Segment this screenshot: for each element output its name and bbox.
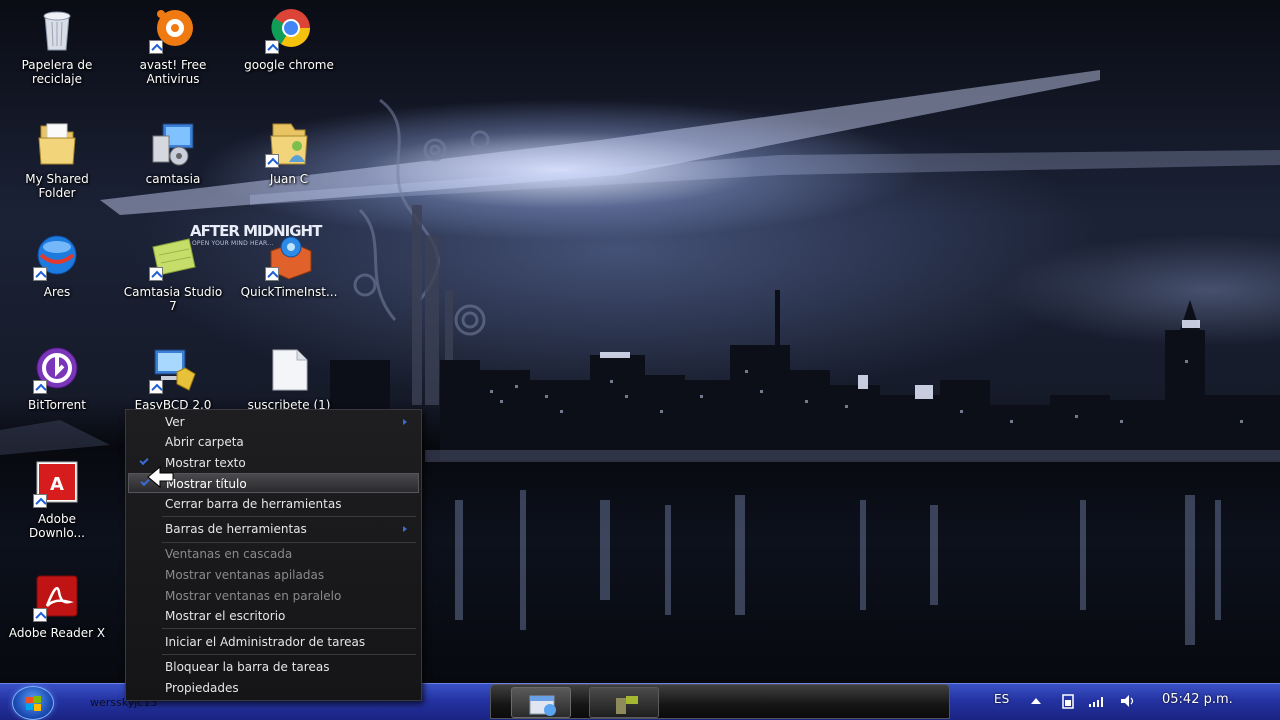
menu-item-label: Barras de herramientas xyxy=(165,522,307,536)
shortcut-arrow-icon xyxy=(265,40,279,54)
submenu-arrow-icon xyxy=(403,419,407,425)
shortcut-arrow-icon xyxy=(149,267,163,281)
clock[interactable]: 05:42 p.m. xyxy=(1162,692,1233,707)
menu-item-label: Iniciar el Administrador de tareas xyxy=(165,635,366,649)
desktop-icon-adobe-download[interactable]: A Adobe Downlo... xyxy=(0,460,114,540)
menu-item-label: Abrir carpeta xyxy=(165,435,244,449)
shortcut-arrow-icon xyxy=(33,380,47,394)
desktop-icon-adobe-reader[interactable]: Adobe Reader X xyxy=(0,574,114,640)
icon-label: camtasia xyxy=(145,172,201,186)
desktop-icon-juan-c[interactable]: Juan C xyxy=(232,120,346,186)
icon-label: BitTorrent xyxy=(28,398,86,412)
desktop-icon-quicktime[interactable]: QuickTimeInst... xyxy=(232,233,346,299)
taskbar-button-explorer[interactable] xyxy=(511,687,571,718)
icon-label: Adobe Downlo... xyxy=(29,512,85,540)
icon-label: Camtasia Studio 7 xyxy=(123,285,223,313)
language-indicator[interactable]: ES xyxy=(994,692,1009,706)
desktop-icon-my-shared-folder[interactable]: My Shared Folder xyxy=(0,120,114,200)
desktop-icon-recycle-bin[interactable]: Papelera de reciclaje xyxy=(0,6,114,86)
desktop-icon-avast[interactable]: avast! Free Antivirus xyxy=(116,6,230,86)
document-icon xyxy=(265,346,313,394)
shortcut-arrow-icon xyxy=(33,494,47,508)
adobe-reader-icon xyxy=(33,574,81,622)
icon-label: My Shared Folder xyxy=(25,172,89,200)
bittorrent-icon xyxy=(33,346,81,394)
taskbar-button-camtasia[interactable] xyxy=(589,687,659,718)
desktop-icon-camtasia-studio[interactable]: Camtasia Studio 7 xyxy=(116,233,230,313)
desktop-icon-ares[interactable]: Ares xyxy=(0,233,114,299)
submenu-arrow-icon xyxy=(403,526,407,532)
menu-separator xyxy=(162,516,416,517)
menu-item-label: Bloquear la barra de tareas xyxy=(165,660,330,674)
menu-item-label: Mostrar ventanas apiladas xyxy=(165,568,325,582)
menu-item-label: Ver xyxy=(165,415,185,429)
menu-item-label: Mostrar título xyxy=(166,477,247,491)
desktop-icon-bittorrent[interactable]: BitTorrent xyxy=(0,346,114,412)
menu-item-cerrar-barra[interactable]: Cerrar barra de herramientas xyxy=(128,494,419,514)
menu-item-ventanas-paralelo[interactable]: Mostrar ventanas en paralelo xyxy=(128,586,419,606)
menu-separator xyxy=(162,654,416,655)
ares-icon xyxy=(33,233,81,281)
recycle-bin-icon xyxy=(33,6,81,54)
battery-icon[interactable] xyxy=(1062,693,1074,709)
shortcut-arrow-icon xyxy=(33,267,47,281)
desktop-icon-google-chrome[interactable]: google chrome xyxy=(232,6,346,72)
desktop-icon-easybcd[interactable]: EasyBCD 2.0 xyxy=(116,346,230,412)
menu-item-ventanas-apiladas[interactable]: Mostrar ventanas apiladas xyxy=(128,565,419,585)
menu-item-label: Cerrar barra de herramientas xyxy=(165,497,342,511)
shortcut-arrow-icon xyxy=(265,267,279,281)
desktop-icon-suscribete[interactable]: suscribete (1) xyxy=(232,346,346,412)
menu-item-abrir-carpeta[interactable]: Abrir carpeta xyxy=(128,432,419,452)
icon-label: Juan C xyxy=(269,172,309,186)
explorer-icon xyxy=(529,695,556,716)
mouse-cursor-icon xyxy=(147,466,174,488)
easybcd-icon xyxy=(149,346,197,394)
network-signal-icon[interactable] xyxy=(1088,695,1106,707)
camtasia-installer-icon xyxy=(149,120,197,168)
menu-item-label: Mostrar ventanas en paralelo xyxy=(165,589,342,603)
menu-item-ventanas-cascada[interactable]: Ventanas en cascada xyxy=(128,544,419,564)
camtasia-studio-icon xyxy=(149,233,197,281)
menu-item-mostrar-escritorio[interactable]: Mostrar el escritorio xyxy=(128,606,419,626)
menu-item-bloquear-barra[interactable]: Bloquear la barra de tareas xyxy=(128,657,419,677)
shortcut-arrow-icon xyxy=(149,40,163,54)
menu-item-label: Mostrar el escritorio xyxy=(165,609,286,623)
user-folder-icon xyxy=(265,120,313,168)
svg-text:A: A xyxy=(50,474,64,495)
show-hidden-icons-icon[interactable] xyxy=(1030,696,1042,706)
icon-label: google chrome xyxy=(244,58,334,72)
camtasia-recorder-icon xyxy=(616,696,638,714)
desktop-icon-camtasia[interactable]: camtasia xyxy=(116,120,230,186)
volume-icon[interactable] xyxy=(1120,694,1136,708)
shortcut-arrow-icon xyxy=(149,380,163,394)
menu-item-barras-herramientas[interactable]: Barras de herramientas xyxy=(128,519,419,539)
folder-icon xyxy=(33,120,81,168)
taskbar-context-menu[interactable]: Ver Abrir carpeta Mostrar texto Mostrar … xyxy=(125,409,422,701)
menu-item-label: Mostrar texto xyxy=(165,456,246,470)
menu-item-label: Propiedades xyxy=(165,681,239,695)
icon-label: QuickTimeInst... xyxy=(240,285,338,299)
icon-label: Papelera de reciclaje xyxy=(21,58,93,86)
icon-label: Ares xyxy=(43,285,71,299)
menu-separator xyxy=(162,542,416,543)
taskbar-running-apps[interactable] xyxy=(490,684,950,719)
menu-item-label: Ventanas en cascada xyxy=(165,547,293,561)
checkmark-icon xyxy=(139,455,149,466)
chrome-icon xyxy=(265,6,313,54)
menu-item-administrador-tareas[interactable]: Iniciar el Administrador de tareas xyxy=(128,632,419,652)
windows-logo-icon xyxy=(26,696,41,711)
avast-icon xyxy=(149,6,197,54)
menu-item-propiedades[interactable]: Propiedades xyxy=(128,678,419,698)
quicktime-icon xyxy=(265,233,313,281)
adobe-download-icon: A xyxy=(33,460,81,508)
menu-item-ver[interactable]: Ver xyxy=(128,412,419,432)
menu-separator xyxy=(162,628,416,629)
icon-label: avast! Free Antivirus xyxy=(139,58,207,86)
start-button[interactable] xyxy=(12,686,54,720)
shortcut-arrow-icon xyxy=(265,154,279,168)
shortcut-arrow-icon xyxy=(33,608,47,622)
icon-label: Adobe Reader X xyxy=(8,626,106,640)
